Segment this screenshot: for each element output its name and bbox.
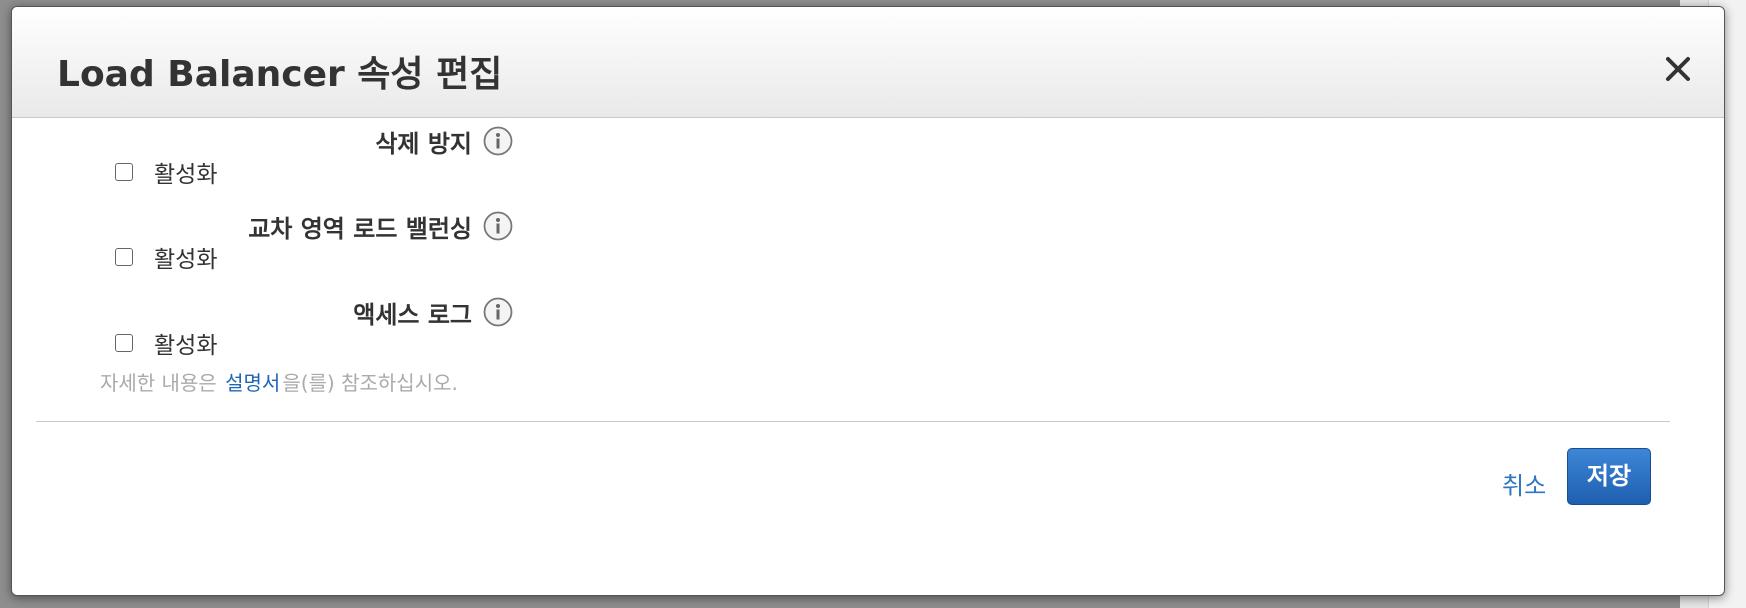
save-button[interactable]: 저장 [1567, 448, 1651, 505]
dialog-header: Load Balancer 속성 편집 [12, 7, 1724, 118]
help-text-prefix: 자세한 내용은 [100, 371, 217, 395]
edit-attributes-dialog: Load Balancer 속성 편집 삭제 방지 활성화 교차 영역 로드 밸… [11, 6, 1725, 596]
section-label-deletion-protection: 삭제 방지 [375, 130, 472, 158]
checkbox-cross-zone[interactable] [115, 248, 133, 266]
close-button[interactable] [1660, 51, 1696, 87]
checkbox-row-deletion-protection: 활성화 [115, 157, 218, 188]
help-text-suffix: 을(를) 참조하십시오. [282, 371, 458, 395]
documentation-link[interactable]: 설명서 [225, 371, 280, 395]
checkbox-access-logs[interactable] [115, 334, 133, 352]
checkbox-row-cross-zone: 활성화 [115, 242, 218, 273]
section-label-access-logs: 액세스 로그 [353, 301, 472, 329]
checkbox-label-cross-zone: 활성화 [154, 247, 218, 273]
info-button-cross-zone[interactable] [482, 210, 514, 242]
close-icon [1666, 57, 1690, 81]
dialog-title: Load Balancer 속성 편집 [57, 54, 503, 95]
checkbox-deletion-protection[interactable] [115, 163, 133, 181]
checkbox-row-access-logs: 활성화 [115, 328, 218, 359]
footer-divider [36, 421, 1670, 422]
info-icon [483, 126, 513, 156]
cancel-button[interactable]: 취소 [1502, 466, 1546, 501]
section-label-cross-zone: 교차 영역 로드 밸런싱 [248, 215, 472, 243]
info-button-access-logs[interactable] [482, 296, 514, 328]
help-text: 자세한 내용은 설명서 을(를) 참조하십시오. [100, 367, 458, 396]
checkbox-label-access-logs: 활성화 [154, 333, 218, 359]
info-icon [483, 297, 513, 327]
info-button-deletion-protection[interactable] [482, 125, 514, 157]
info-icon [483, 211, 513, 241]
checkbox-label-deletion-protection: 활성화 [154, 162, 218, 188]
